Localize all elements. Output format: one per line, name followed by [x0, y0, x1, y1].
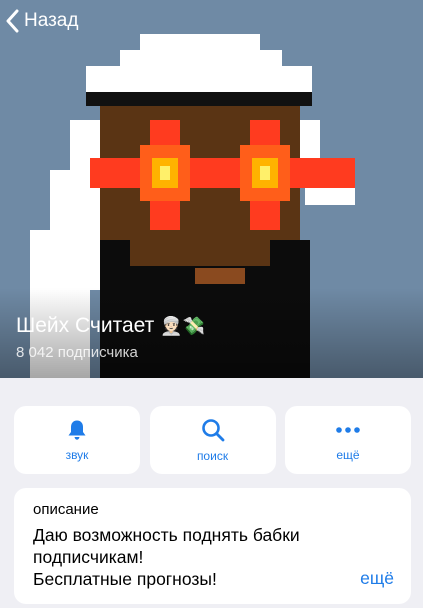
- channel-header: Назад Шейх Считает 👳🏻💸 8 042 подписчика: [0, 0, 423, 378]
- action-bar: звук поиск ещё: [14, 406, 411, 474]
- mute-label: звук: [65, 448, 89, 462]
- description-line: подписчикам!: [33, 547, 144, 567]
- description-line: Бесплатные прогнозы!: [33, 569, 217, 589]
- more-button[interactable]: ещё: [285, 406, 411, 474]
- chevron-left-icon: [6, 9, 19, 33]
- description-card: описание Даю возможность поднять бабки п…: [14, 488, 411, 604]
- mute-button[interactable]: звук: [14, 406, 140, 474]
- search-icon: [201, 419, 224, 442]
- search-label: поиск: [196, 449, 229, 463]
- back-button[interactable]: Назад: [6, 8, 78, 34]
- description-heading: описание: [33, 501, 99, 518]
- search-button[interactable]: поиск: [149, 406, 276, 474]
- more-label: ещё: [336, 448, 360, 462]
- title-emojis: 👳🏻💸: [160, 315, 206, 337]
- description-text: Даю возможность поднять бабки подписчика…: [33, 524, 333, 590]
- back-label: Назад: [24, 10, 79, 31]
- description-more-link[interactable]: ещё: [360, 568, 394, 589]
- description-line: Даю возможность поднять бабки: [33, 525, 300, 545]
- channel-title-text: Шейх Считает: [16, 314, 155, 337]
- bell-icon: [68, 420, 86, 440]
- subscriber-count: 8 042 подписчика: [16, 344, 138, 361]
- channel-title: Шейх Считает 👳🏻💸: [16, 314, 205, 338]
- more-icon: [336, 427, 360, 433]
